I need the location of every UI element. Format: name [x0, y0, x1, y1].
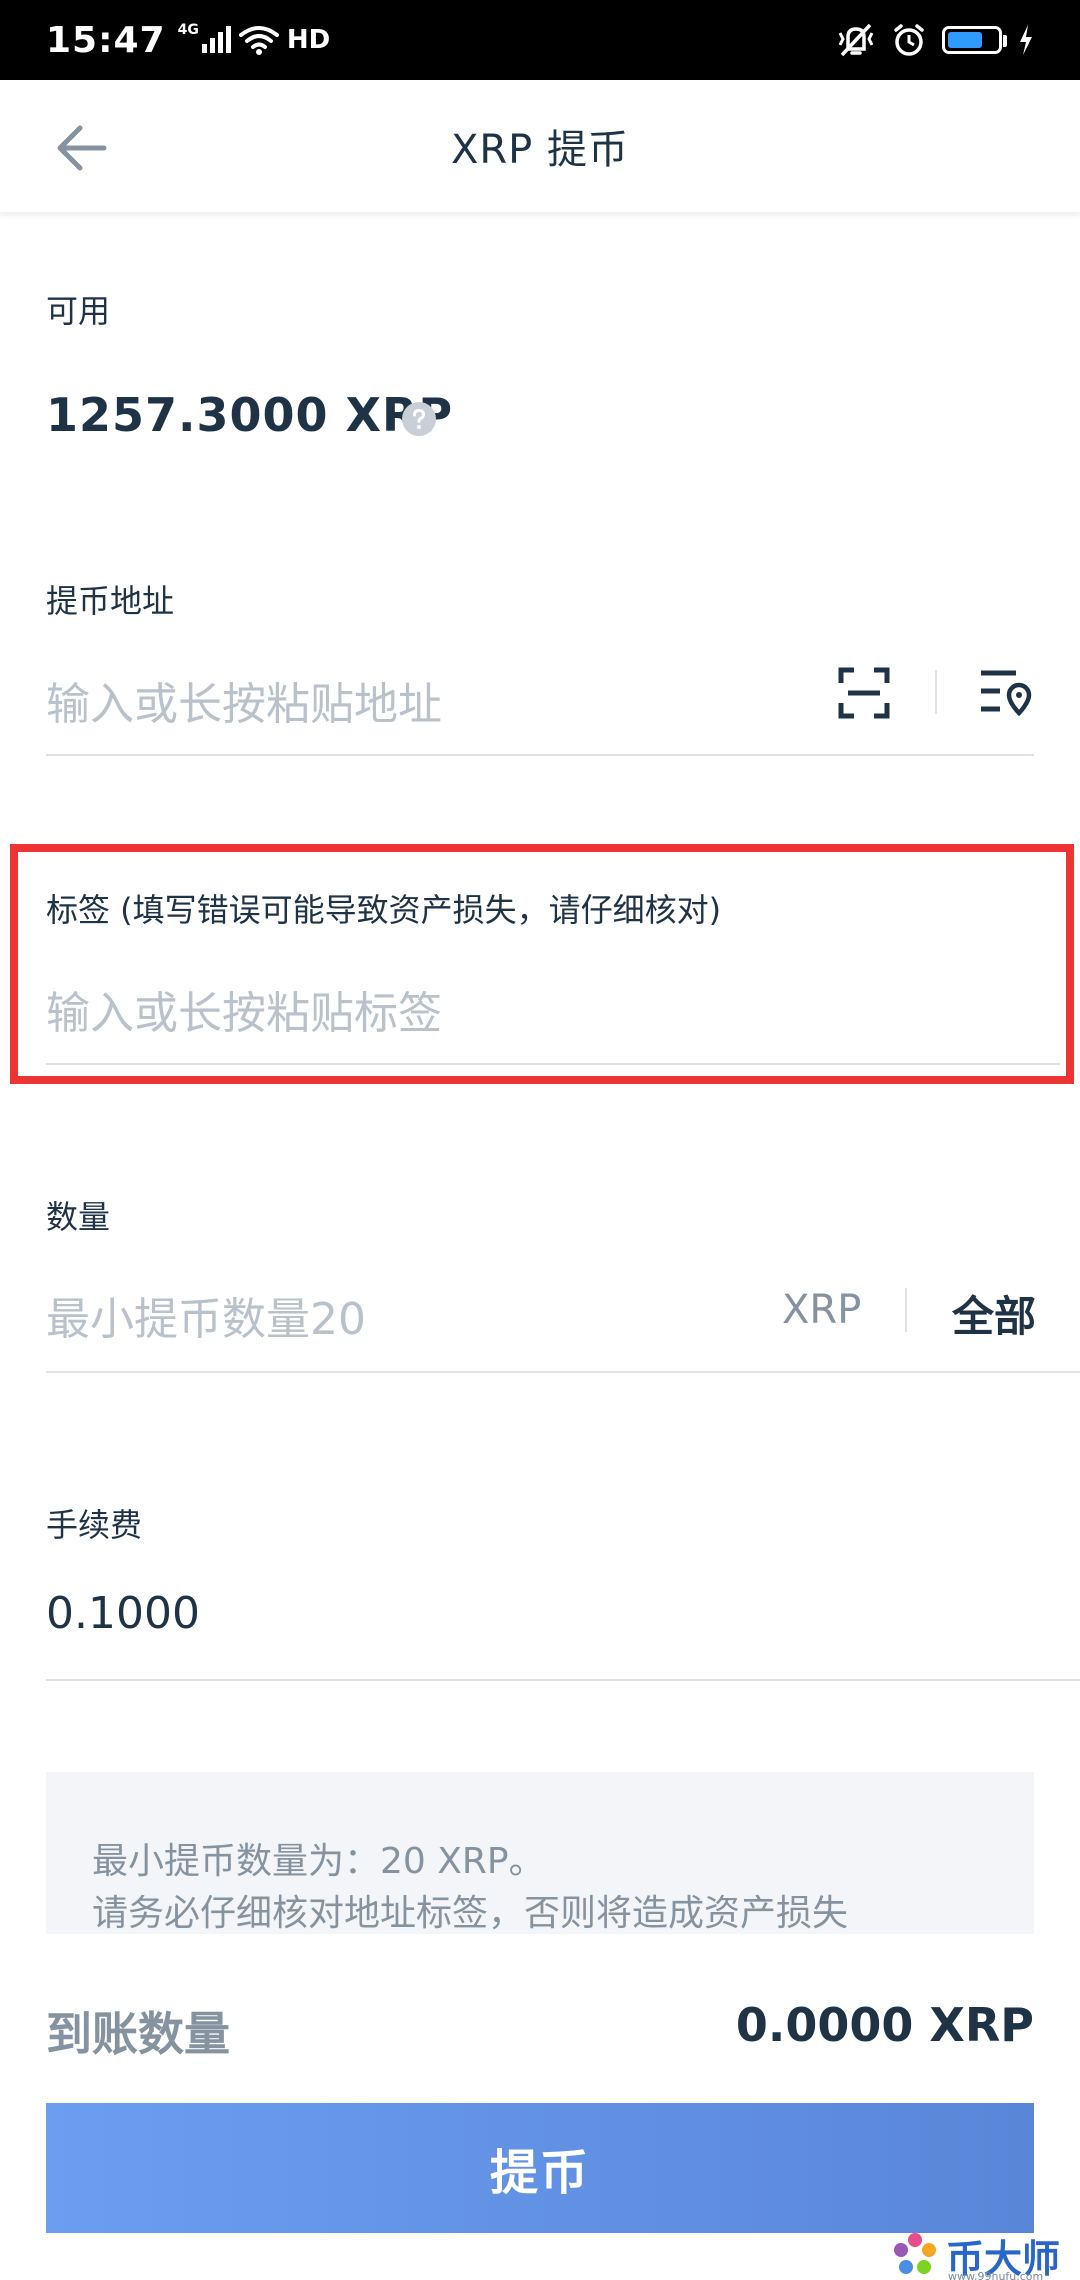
fee-underline — [46, 1679, 1080, 1681]
address-book-icon[interactable] — [978, 667, 1034, 719]
withdraw-submit-button[interactable]: 提币 — [46, 2103, 1034, 2233]
amount-action-divider — [905, 1288, 907, 1332]
flower-logo-icon — [894, 2233, 936, 2274]
alarm-icon — [894, 24, 924, 56]
address-underline — [46, 754, 1034, 756]
amount-unit: XRP — [782, 1287, 862, 1333]
hd-indicator: HD — [286, 25, 331, 55]
watermark-url: www.99hufu.com — [948, 2270, 1044, 2280]
available-balance: 1257.3000 XRP — [46, 388, 454, 442]
battery-fill — [948, 32, 982, 48]
amount-underline — [46, 1371, 1080, 1373]
status-right — [836, 23, 1034, 57]
fee-value: 0.1000 — [46, 1588, 200, 1639]
page-title: XRP 提币 — [450, 127, 630, 173]
scan-qr-icon[interactable] — [838, 667, 890, 719]
address-action-divider — [935, 670, 937, 714]
receive-amount-value: 0.0000 XRP — [735, 1998, 1034, 2052]
amount-label: 数量 — [46, 1198, 111, 1236]
wifi-icon — [238, 26, 279, 55]
status-icons: 4G HD — [177, 22, 331, 55]
notice-line-check-tag: 请务必仔细核对地址标签，否则将造成资产损失 — [92, 1893, 849, 1934]
tag-input[interactable]: 输入或长按粘贴标签 — [46, 977, 442, 1041]
notice-line-min-amount: 最小提币数量为：20 XRP。 — [92, 1841, 545, 1882]
vibrate-icon — [838, 23, 874, 57]
top-nav-bar: XRP 提币 — [0, 80, 1080, 212]
watermark-logo: 币大师 www.99hufu.com — [890, 2230, 1060, 2280]
tag-underline — [46, 1063, 1060, 1065]
all-amount-button[interactable]: 全部 — [952, 1283, 1036, 1344]
amount-input[interactable]: 最小提币数量20 — [46, 1283, 366, 1347]
question-circle-icon[interactable] — [402, 402, 436, 436]
available-label: 可用 — [46, 292, 111, 330]
battery-icon — [942, 26, 1007, 54]
cellular-signal-icon — [201, 26, 231, 53]
withdraw-page: 15:47 4G HD XRP 提币 可用 1257.3000 XRP 提币地址… — [0, 0, 1080, 2280]
charging-icon — [1020, 25, 1032, 55]
address-input[interactable]: 输入或长按粘贴地址 — [46, 668, 442, 732]
address-label: 提币地址 — [46, 582, 175, 620]
network-type: 4G — [177, 22, 199, 38]
tag-label: 标签 (填写错误可能导致资产损失，请仔细核对) — [46, 891, 722, 929]
status-bar: 15:47 4G HD — [0, 0, 1080, 80]
status-time: 15:47 — [46, 19, 166, 61]
withdraw-notice: 最小提币数量为：20 XRP。 请务必仔细核对地址标签，否则将造成资产损失 — [46, 1772, 1034, 1934]
fee-label: 手续费 — [46, 1506, 143, 1544]
arrow-left-icon[interactable] — [52, 118, 112, 178]
tag-highlight-frame — [10, 844, 1074, 1084]
receive-amount-label: 到账数量 — [46, 2007, 230, 2061]
status-left: 15:47 4G HD — [46, 20, 330, 61]
